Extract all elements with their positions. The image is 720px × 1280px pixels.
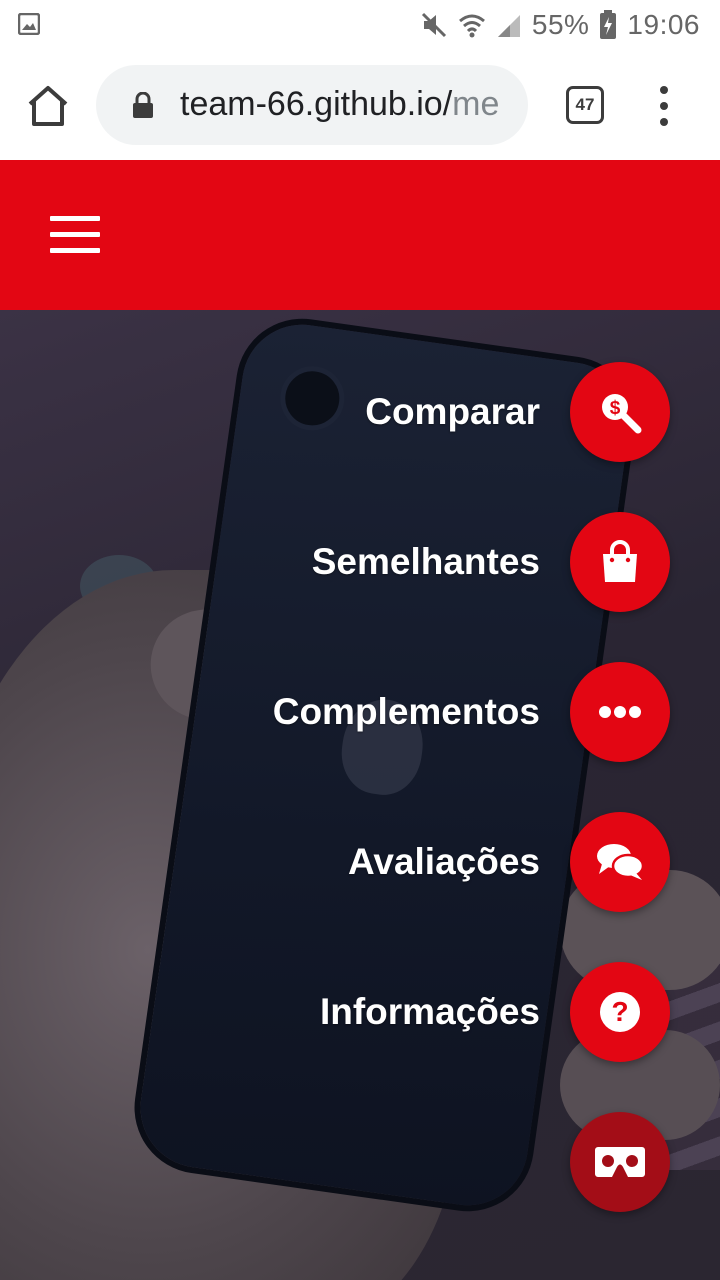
signal-icon bbox=[497, 15, 520, 37]
menu-item-label: Semelhantes bbox=[311, 541, 540, 582]
browser-toolbar: team-66.github.io/me 47 bbox=[0, 50, 720, 160]
clock: 19:06 bbox=[627, 9, 700, 40]
search-dollar-icon: $ bbox=[602, 394, 642, 434]
battery-charging-icon bbox=[600, 10, 617, 39]
comments-icon bbox=[597, 844, 644, 880]
menu-item-semelhantes[interactable]: Semelhantes bbox=[312, 512, 670, 612]
menu-item-label: Comparar bbox=[365, 391, 540, 432]
ellipsis-icon bbox=[599, 706, 641, 718]
vr-cardboard-icon bbox=[595, 1147, 645, 1177]
url-faded: me bbox=[452, 85, 500, 123]
home-icon[interactable] bbox=[24, 82, 72, 130]
question-circle-icon: ? bbox=[600, 992, 640, 1032]
tab-switcher-button[interactable]: 47 bbox=[566, 86, 604, 124]
menu-item-label: Complementos bbox=[272, 691, 540, 732]
compare-button[interactable]: $ bbox=[570, 362, 670, 462]
complements-button[interactable] bbox=[570, 662, 670, 762]
info-button[interactable]: ? bbox=[570, 962, 670, 1062]
menu-item-informacoes[interactable]: Informações ? bbox=[320, 962, 670, 1062]
svg-text:?: ? bbox=[611, 996, 628, 1027]
wifi-icon bbox=[458, 14, 485, 38]
menu-item-label: Avaliações bbox=[348, 841, 540, 882]
site-header bbox=[0, 160, 720, 310]
menu-toggle-item[interactable] bbox=[570, 1112, 670, 1212]
battery-percentage: 55% bbox=[531, 9, 590, 40]
gallery-notification-icon bbox=[18, 13, 40, 35]
status-bar: 55% 19:06 bbox=[0, 0, 720, 50]
shopping-bag-icon bbox=[603, 540, 637, 582]
reviews-button[interactable] bbox=[570, 812, 670, 912]
lock-icon bbox=[133, 92, 153, 118]
vr-menu-toggle-button[interactable] bbox=[570, 1112, 670, 1212]
more-options-icon[interactable] bbox=[652, 86, 676, 126]
menu-item-avaliacoes[interactable]: Avaliações bbox=[348, 812, 670, 912]
tab-count: 47 bbox=[575, 95, 595, 114]
menu-item-complementos[interactable]: Complementos bbox=[273, 662, 670, 762]
similar-button[interactable] bbox=[570, 512, 670, 612]
menu-item-label: Informações bbox=[319, 991, 540, 1032]
address-bar[interactable]: team-66.github.io/me bbox=[96, 65, 528, 145]
url-main: team-66.github.io/ bbox=[180, 85, 453, 123]
menu-item-comparar[interactable]: Comparar $ bbox=[365, 362, 670, 462]
url-text: team-66.github.io/me bbox=[180, 85, 510, 124]
mute-icon bbox=[421, 12, 446, 38]
hamburger-menu-icon[interactable] bbox=[50, 216, 100, 254]
svg-text:$: $ bbox=[610, 398, 621, 419]
